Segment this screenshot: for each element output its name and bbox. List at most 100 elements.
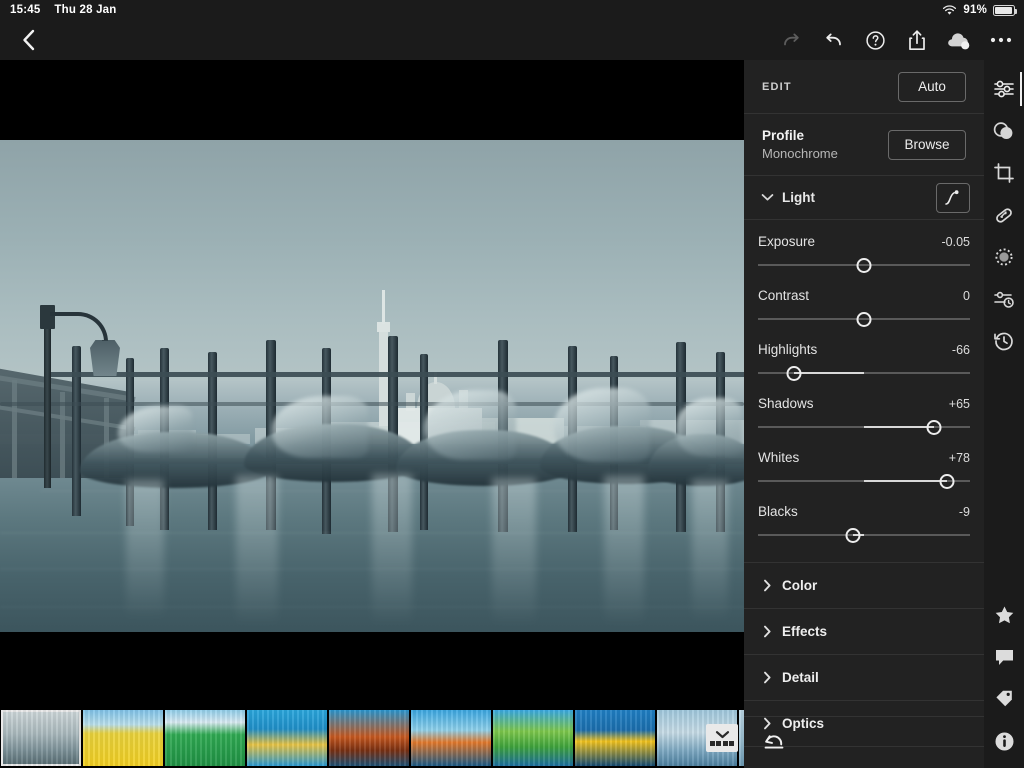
thumb-orange-dock[interactable] xyxy=(329,710,409,766)
browse-profiles-button[interactable]: Browse xyxy=(888,129,966,160)
info-circle-icon xyxy=(994,731,1015,752)
light-section-title: Light xyxy=(782,190,815,205)
section-effects[interactable]: Effects xyxy=(744,609,984,655)
crop-rotate-icon xyxy=(993,162,1015,184)
auto-button[interactable]: Auto xyxy=(898,71,966,102)
collapse-filmstrip-icon[interactable] xyxy=(706,724,738,752)
healing-brush-tool[interactable] xyxy=(984,194,1024,236)
star-icon xyxy=(994,605,1015,625)
slider-highlights[interactable]: Highlights -66 xyxy=(744,342,984,382)
presets-tool[interactable] xyxy=(984,110,1024,152)
top-toolbar xyxy=(0,20,1024,60)
history-tool[interactable] xyxy=(984,320,1024,362)
reset-revert-icon[interactable] xyxy=(760,729,788,757)
tag-icon xyxy=(994,689,1015,709)
share-button[interactable] xyxy=(898,20,936,60)
battery-percent: 91% xyxy=(963,4,987,16)
slider-exposure-thumb[interactable] xyxy=(856,258,872,273)
thumb-green-shopfront[interactable] xyxy=(493,710,573,766)
slider-blacks-label: Blacks xyxy=(758,504,798,519)
slider-highlights-value: -66 xyxy=(951,343,970,357)
slider-blacks-thumb[interactable] xyxy=(845,528,861,543)
undo-button[interactable] xyxy=(814,20,852,60)
back-chevron-icon[interactable] xyxy=(8,20,48,60)
thumb-yellow-building[interactable] xyxy=(83,710,163,766)
section-color[interactable]: Color xyxy=(744,563,984,609)
tool-rail xyxy=(984,60,1024,768)
chevron-down-icon xyxy=(758,193,776,202)
status-bar: 15:45 Thu 28 Jan 91% xyxy=(0,0,1024,20)
section-detail[interactable]: Detail xyxy=(744,655,984,701)
edit-label: EDIT xyxy=(762,80,792,93)
slider-whites-label: Whites xyxy=(758,450,800,465)
profile-title: Profile xyxy=(762,128,805,143)
slider-whites-track[interactable] xyxy=(758,472,970,490)
redo-button[interactable] xyxy=(772,20,810,60)
masking-tool[interactable] xyxy=(984,236,1024,278)
edited-photo[interactable] xyxy=(0,140,744,632)
masking-dotted-circle-icon xyxy=(993,246,1015,268)
slider-exposure-value: -0.05 xyxy=(941,235,971,249)
healing-brush-icon xyxy=(993,204,1015,226)
thumb-blue-houses[interactable] xyxy=(247,710,327,766)
versions-tool[interactable] xyxy=(984,278,1024,320)
slider-contrast-track[interactable] xyxy=(758,310,970,328)
slider-whites-value: +78 xyxy=(948,451,970,465)
slider-contrast-thumb[interactable] xyxy=(856,312,872,327)
slider-highlights-thumb[interactable] xyxy=(786,366,802,381)
cloud-sync-button[interactable] xyxy=(940,20,978,60)
slider-shadows-thumb[interactable] xyxy=(926,420,942,435)
help-button[interactable] xyxy=(856,20,894,60)
slider-whites-thumb[interactable] xyxy=(939,474,955,489)
chevron-right-icon xyxy=(758,671,776,684)
keywords[interactable] xyxy=(984,678,1024,720)
slider-blacks-track[interactable] xyxy=(758,526,970,544)
history-clock-icon xyxy=(993,330,1015,352)
status-right-cluster: 91% xyxy=(942,4,1017,16)
comments[interactable] xyxy=(984,636,1024,678)
crop-tool[interactable] xyxy=(984,152,1024,194)
light-section-header[interactable]: Light xyxy=(744,176,984,220)
slider-contrast-label: Contrast xyxy=(758,288,810,303)
photo-stage[interactable] xyxy=(0,60,744,708)
tone-curve-icon[interactable] xyxy=(936,182,970,213)
edit-header: EDIT Auto xyxy=(744,60,984,114)
section-color-label: Color xyxy=(782,578,818,593)
tool-rail-bottom xyxy=(984,594,1024,762)
lightroom-edit-screen: 15:45 Thu 28 Jan 91% EDIT Auto Profile M… xyxy=(0,0,1024,768)
slider-exposure-label: Exposure xyxy=(758,234,816,249)
slider-shadows-track[interactable] xyxy=(758,418,970,436)
versions-icon xyxy=(993,289,1016,310)
slider-highlights-label: Highlights xyxy=(758,342,818,357)
edit-sliders-tool[interactable] xyxy=(984,68,1024,110)
slider-shadows[interactable]: Shadows +65 xyxy=(744,396,984,436)
status-date: Thu 28 Jan xyxy=(54,4,117,16)
photo-lamp-head xyxy=(90,340,120,376)
panel-footer xyxy=(744,716,984,768)
slider-shadows-label: Shadows xyxy=(758,396,814,411)
more-options-button[interactable] xyxy=(982,20,1020,60)
status-time: 15:45 xyxy=(10,4,41,16)
info[interactable] xyxy=(984,720,1024,762)
section-effects-label: Effects xyxy=(782,624,828,639)
thumb-yellow-boat[interactable] xyxy=(575,710,655,766)
toolbar-actions xyxy=(772,20,1020,60)
slider-highlights-track[interactable] xyxy=(758,364,970,382)
profile-row: Profile Monochrome Browse xyxy=(744,114,984,176)
thumb-harbour-boats[interactable] xyxy=(411,710,491,766)
sliders-icon xyxy=(993,79,1015,99)
slider-contrast[interactable]: Contrast 0 xyxy=(744,288,984,328)
slider-exposure[interactable]: Exposure -0.05 xyxy=(744,234,984,274)
slider-blacks[interactable]: Blacks -9 xyxy=(744,504,984,544)
edit-panel: EDIT Auto Profile Monochrome Browse Ligh… xyxy=(744,60,984,768)
slider-blacks-value: -9 xyxy=(958,505,970,519)
thumb-green-house[interactable] xyxy=(165,710,245,766)
slider-exposure-track[interactable] xyxy=(758,256,970,274)
tool-rail-top xyxy=(984,68,1024,362)
rating-star[interactable] xyxy=(984,594,1024,636)
slider-contrast-value: 0 xyxy=(963,289,970,303)
thumb-venice-gondolas-bw[interactable] xyxy=(1,710,81,766)
battery-icon xyxy=(993,4,1017,16)
filmstrip[interactable] xyxy=(0,708,819,768)
slider-whites[interactable]: Whites +78 xyxy=(744,450,984,490)
